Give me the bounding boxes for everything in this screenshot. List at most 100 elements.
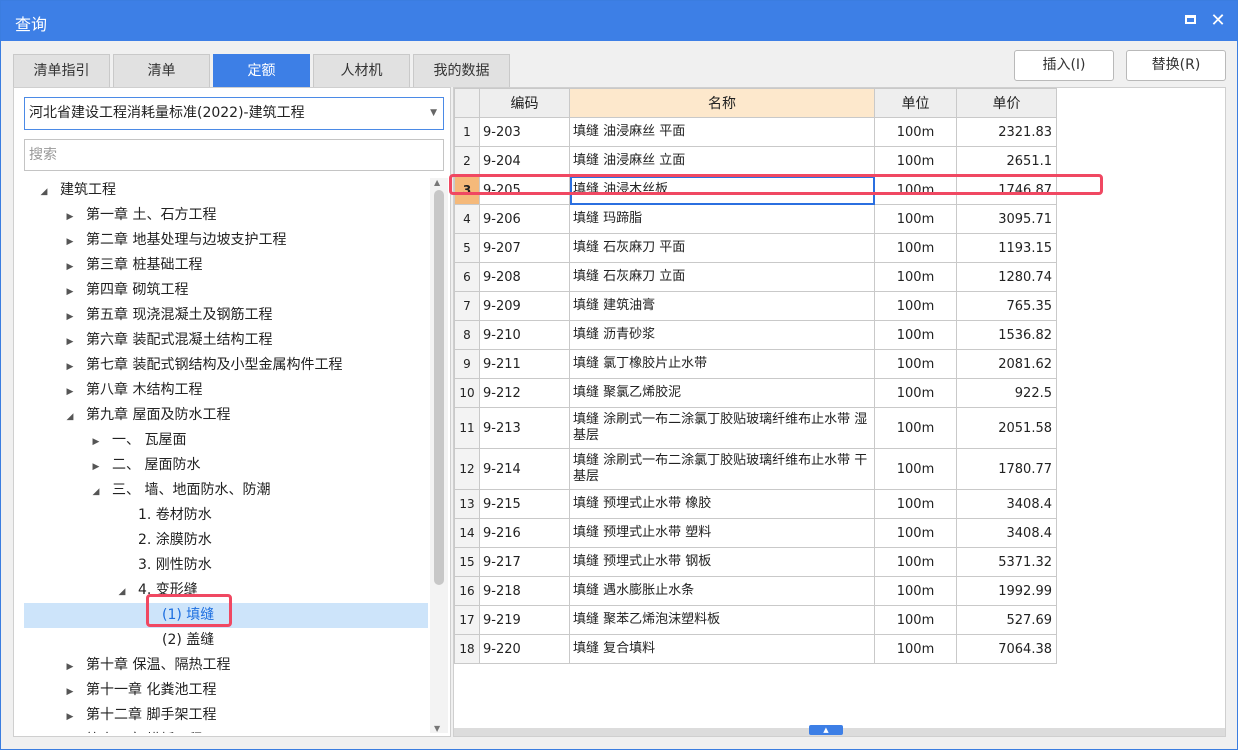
name-cell[interactable]: 填缝 聚苯乙烯泡沫塑料板 bbox=[569, 605, 875, 635]
name-cell[interactable]: 填缝 复合填料 bbox=[569, 634, 875, 664]
tree-node[interactable]: ▶ 第十三章 模板工程 bbox=[24, 728, 428, 733]
table-row[interactable]: 12 9-214 填缝 涂刷式一布二涂氯丁胶贴玻璃纤维布止水带 干基层 100m 178… bbox=[454, 448, 1057, 490]
tree-node[interactable]: ▶ 第六章 装配式混凝土结构工程 bbox=[24, 328, 428, 353]
name-cell[interactable]: 填缝 石灰麻刀 立面 bbox=[569, 262, 875, 292]
unit-cell[interactable]: 100m bbox=[874, 320, 957, 350]
triangle-right-icon[interactable]: ▶ bbox=[64, 280, 76, 305]
triangle-right-icon[interactable]: ▶ bbox=[64, 305, 76, 330]
unit-cell[interactable]: 100m bbox=[874, 233, 957, 263]
unit-cell[interactable]: 100m bbox=[874, 448, 957, 490]
scroll-down-icon[interactable]: ▼ bbox=[434, 724, 440, 733]
triangle-down-icon[interactable]: ◢ bbox=[38, 180, 50, 205]
tree-node[interactable]: ◢ 三、 墙、地面防水、防潮 bbox=[24, 478, 428, 503]
insert-button[interactable]: 插入(I) bbox=[1014, 50, 1114, 81]
tree-node[interactable]: ▶ 第四章 砌筑工程 bbox=[24, 278, 428, 303]
tab-labor-material-machine[interactable]: 人材机 bbox=[313, 54, 410, 87]
name-cell[interactable]: 填缝 涂刷式一布二涂氯丁胶贴玻璃纤维布止水带 湿基层 bbox=[569, 407, 875, 449]
tree-node[interactable]: ▶ 第八章 木结构工程 bbox=[24, 378, 428, 403]
price-header[interactable]: 单价 bbox=[956, 88, 1057, 118]
triangle-right-icon[interactable]: ▶ bbox=[64, 655, 76, 680]
unit-cell[interactable]: 100m bbox=[874, 349, 957, 379]
tree-node[interactable]: (2) 盖缝 bbox=[24, 628, 428, 653]
code-cell[interactable]: 9-204 bbox=[479, 146, 570, 176]
replace-button[interactable]: 替换(R) bbox=[1126, 50, 1226, 81]
name-cell[interactable]: 填缝 氯丁橡胶片止水带 bbox=[569, 349, 875, 379]
triangle-right-icon[interactable]: ▶ bbox=[64, 330, 76, 355]
title-bar[interactable]: 查询 ✕ bbox=[1, 1, 1237, 41]
unit-cell[interactable]: 100m bbox=[874, 605, 957, 635]
price-cell[interactable]: 922.5 bbox=[956, 378, 1057, 408]
triangle-down-icon[interactable]: ◢ bbox=[116, 580, 128, 605]
grid-horizontal-scrollbar[interactable]: ▲ bbox=[454, 725, 1225, 736]
row-number[interactable]: 10 bbox=[454, 378, 480, 408]
code-cell[interactable]: 9-210 bbox=[479, 320, 570, 350]
name-cell[interactable]: 填缝 聚氯乙烯胶泥 bbox=[569, 378, 875, 408]
table-row[interactable]: 13 9-215 填缝 预埋式止水带 橡胶 100m 3408.4 bbox=[454, 489, 1057, 519]
price-cell[interactable]: 1992.99 bbox=[956, 576, 1057, 606]
triangle-right-icon[interactable]: ▶ bbox=[64, 205, 76, 230]
code-cell[interactable]: 9-209 bbox=[479, 291, 570, 321]
row-number[interactable]: 1 bbox=[454, 117, 480, 147]
unit-cell[interactable]: 100m bbox=[874, 117, 957, 147]
tree-node[interactable]: 2. 涂膜防水 bbox=[24, 528, 428, 553]
triangle-right-icon[interactable]: ▶ bbox=[64, 380, 76, 405]
code-cell[interactable]: 9-211 bbox=[479, 349, 570, 379]
tree-node[interactable]: (1) 填缝 bbox=[24, 603, 428, 628]
name-cell[interactable]: 填缝 建筑油膏 bbox=[569, 291, 875, 321]
table-row[interactable]: 17 9-219 填缝 聚苯乙烯泡沫塑料板 100m 527.69 bbox=[454, 605, 1057, 635]
table-row[interactable]: 2 9-204 填缝 油浸麻丝 立面 100m 2651.1 bbox=[454, 146, 1057, 176]
tree-node[interactable]: ▶ 第五章 现浇混凝土及钢筋工程 bbox=[24, 303, 428, 328]
tree-node[interactable]: ▶ 第十章 保温、隔热工程 bbox=[24, 653, 428, 678]
code-cell[interactable]: 9-213 bbox=[479, 407, 570, 449]
library-select[interactable]: 河北省建设工程消耗量标准(2022)-建筑工程 ▼ bbox=[24, 97, 444, 130]
tree-node[interactable]: 3. 刚性防水 bbox=[24, 553, 428, 578]
price-cell[interactable]: 5371.32 bbox=[956, 547, 1057, 577]
price-cell[interactable]: 7064.38 bbox=[956, 634, 1057, 664]
code-cell[interactable]: 9-212 bbox=[479, 378, 570, 408]
triangle-right-icon[interactable]: ▶ bbox=[64, 705, 76, 730]
unit-cell[interactable]: 100m bbox=[874, 489, 957, 519]
unit-header[interactable]: 单位 bbox=[874, 88, 957, 118]
row-number[interactable]: 5 bbox=[454, 233, 480, 263]
price-cell[interactable]: 2651.1 bbox=[956, 146, 1057, 176]
triangle-down-icon[interactable]: ◢ bbox=[90, 480, 102, 505]
scroll-up-icon[interactable]: ▲ bbox=[434, 178, 440, 187]
code-cell[interactable]: 9-220 bbox=[479, 634, 570, 664]
name-header[interactable]: 名称 bbox=[569, 88, 875, 118]
tab-quota[interactable]: 定额 bbox=[213, 54, 310, 87]
code-cell[interactable]: 9-216 bbox=[479, 518, 570, 548]
tree-node[interactable]: ▶ 第三章 桩基础工程 bbox=[24, 253, 428, 278]
code-cell[interactable]: 9-214 bbox=[479, 448, 570, 490]
price-cell[interactable]: 2081.62 bbox=[956, 349, 1057, 379]
table-row[interactable]: 14 9-216 填缝 预埋式止水带 塑料 100m 3408.4 bbox=[454, 518, 1057, 548]
row-number[interactable]: 17 bbox=[454, 605, 480, 635]
name-cell[interactable]: 填缝 沥青砂浆 bbox=[569, 320, 875, 350]
triangle-down-icon[interactable]: ◢ bbox=[64, 405, 76, 430]
tree-scrollbar[interactable]: ▲ ▼ bbox=[430, 178, 448, 733]
price-cell[interactable]: 1280.74 bbox=[956, 262, 1057, 292]
table-row[interactable]: 10 9-212 填缝 聚氯乙烯胶泥 100m 922.5 bbox=[454, 378, 1057, 408]
row-number[interactable]: 2 bbox=[454, 146, 480, 176]
triangle-right-icon[interactable]: ▶ bbox=[64, 355, 76, 380]
tree-node[interactable]: ◢ 建筑工程 bbox=[24, 178, 428, 203]
search-input[interactable]: 搜索 bbox=[24, 139, 444, 171]
tab-my-data[interactable]: 我的数据 bbox=[413, 54, 510, 87]
triangle-right-icon[interactable]: ▶ bbox=[64, 230, 76, 255]
name-cell[interactable]: 填缝 预埋式止水带 橡胶 bbox=[569, 489, 875, 519]
unit-cell[interactable]: 100m bbox=[874, 175, 957, 205]
code-header[interactable]: 编码 bbox=[479, 88, 570, 118]
row-number[interactable]: 3 bbox=[454, 175, 480, 205]
tree-node[interactable]: ▶ 第一章 土、石方工程 bbox=[24, 203, 428, 228]
table-row[interactable]: 4 9-206 填缝 玛蹄脂 100m 3095.71 bbox=[454, 204, 1057, 234]
tree-node[interactable]: ▶ 第十二章 脚手架工程 bbox=[24, 703, 428, 728]
row-number[interactable]: 4 bbox=[454, 204, 480, 234]
row-number[interactable]: 13 bbox=[454, 489, 480, 519]
triangle-right-icon[interactable]: ▶ bbox=[90, 455, 102, 480]
price-cell[interactable]: 3095.71 bbox=[956, 204, 1057, 234]
name-cell[interactable]: 填缝 油浸麻丝 立面 bbox=[569, 146, 875, 176]
triangle-right-icon[interactable]: ▶ bbox=[64, 255, 76, 280]
name-cell[interactable]: 填缝 遇水膨胀止水条 bbox=[569, 576, 875, 606]
table-row[interactable]: 11 9-213 填缝 涂刷式一布二涂氯丁胶贴玻璃纤维布止水带 湿基层 100m 205… bbox=[454, 407, 1057, 449]
name-cell[interactable]: 填缝 玛蹄脂 bbox=[569, 204, 875, 234]
code-cell[interactable]: 9-217 bbox=[479, 547, 570, 577]
